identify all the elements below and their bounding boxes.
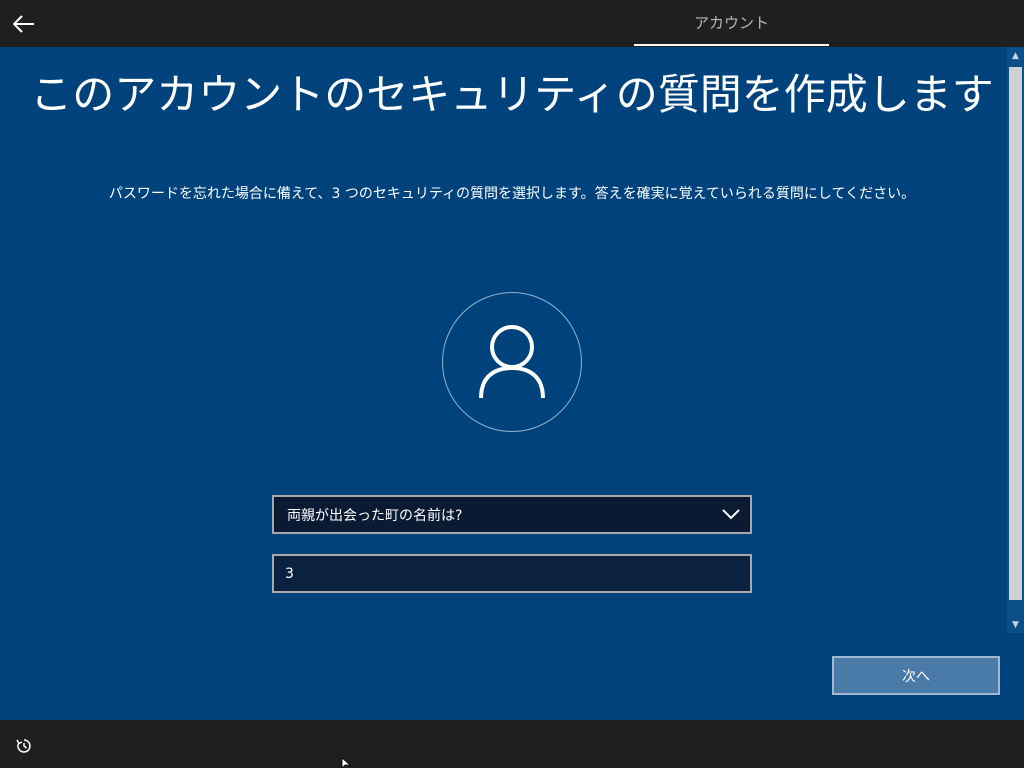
scroll-up-arrow-icon[interactable]: ▲ (1007, 47, 1024, 64)
page-title: このアカウントのセキュリティの質問を作成します (30, 70, 994, 119)
bottom-bar (0, 720, 1024, 768)
back-button[interactable] (8, 8, 40, 40)
ease-of-access-icon (16, 739, 31, 753)
chevron-down-icon (722, 509, 740, 520)
avatar (442, 292, 582, 432)
arrow-left-icon (13, 15, 34, 33)
scroll-down-arrow-icon[interactable]: ▼ (1007, 616, 1024, 633)
main-panel: このアカウントのセキュリティの質問を作成します パスワードを忘れた場合に備えて、… (0, 47, 1024, 720)
top-bar: アカウント (0, 0, 1024, 46)
mouse-cursor-icon (341, 758, 351, 768)
next-button[interactable]: 次へ (832, 656, 1000, 695)
security-answer-input[interactable] (272, 554, 752, 593)
page-subtitle: パスワードを忘れた場合に備えて、3 つのセキュリティの質問を選択します。答えを確… (108, 186, 916, 202)
user-icon (479, 325, 545, 399)
security-question-dropdown[interactable]: 両親が出会った町の名前は? (272, 495, 752, 534)
ease-of-access-button[interactable] (12, 734, 36, 758)
tab-account[interactable]: アカウント (634, 0, 829, 46)
security-question-selected: 両親が出会った町の名前は? (287, 507, 463, 524)
scrollbar[interactable]: ▲ ▼ (1007, 47, 1024, 633)
scroll-thumb[interactable] (1009, 67, 1022, 600)
